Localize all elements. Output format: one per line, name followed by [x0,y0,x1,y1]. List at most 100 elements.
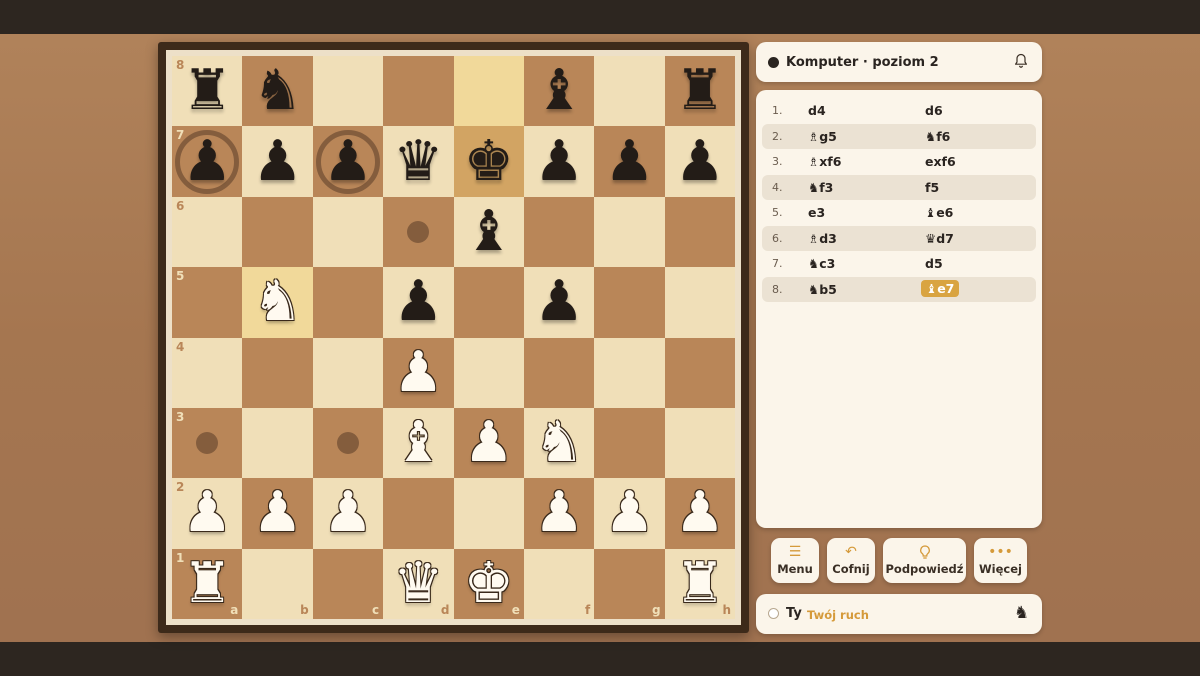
square-f5[interactable]: ♟ [523,267,595,338]
square-f7[interactable]: ♟ [523,126,595,197]
white-move[interactable]: ♞c3 [808,256,835,271]
more-button[interactable]: ••• Więcej [974,538,1027,583]
white-pawn[interactable]: ♟ [675,485,725,541]
white-rook[interactable]: ♜ [675,555,725,612]
move-row[interactable]: 4. ♞f3 f5 [762,174,1036,200]
square-d7[interactable]: ♛ [383,126,454,197]
square-f1[interactable]: f [523,548,595,619]
white-rook[interactable]: ♜ [182,555,232,612]
square-c7[interactable]: ♟ [312,126,384,197]
square-e1[interactable]: e ♚ [453,548,524,619]
move-row[interactable]: 8. ♞b5 ♝e7 [762,276,1036,302]
square-a5[interactable]: 5 [172,267,243,338]
black-move[interactable]: ♞f6 [925,129,950,144]
square-b6[interactable] [242,196,313,268]
white-knight[interactable]: ♞ [252,274,302,330]
square-g5[interactable] [594,267,665,338]
square-g2[interactable]: ♟ [594,478,665,549]
white-pawn[interactable]: ♟ [252,485,302,541]
white-pawn[interactable]: ♟ [464,415,514,471]
white-pawn[interactable]: ♟ [604,485,654,541]
move-row[interactable]: 3. ♗xf6 exf6 [762,149,1036,175]
white-pawn[interactable]: ♟ [182,485,232,541]
square-g3[interactable] [594,407,665,479]
square-d2[interactable] [383,478,454,549]
square-f4[interactable] [523,337,595,408]
square-c4[interactable] [312,337,384,408]
square-h8[interactable]: ♜ [664,56,735,127]
white-move[interactable]: d4 [808,103,826,118]
square-f8[interactable]: ♝ [523,56,595,127]
white-queen[interactable]: ♛ [393,555,443,612]
square-b3[interactable] [242,407,313,479]
square-f2[interactable]: ♟ [523,478,595,549]
square-f3[interactable]: ♞ [523,407,595,479]
square-d6[interactable] [383,196,454,268]
square-g8[interactable] [594,56,665,127]
hint-button[interactable]: Podpowiedź [883,538,966,583]
square-b4[interactable] [242,337,313,408]
square-b1[interactable]: b [242,548,313,619]
square-e3[interactable]: ♟ [453,407,524,479]
square-b5[interactable]: ♞ [242,267,313,338]
move-row[interactable]: 2. ♗g5 ♞f6 [762,123,1036,149]
square-c3[interactable] [312,407,384,479]
square-a7[interactable]: 7 ♟ [172,126,243,197]
square-d4[interactable]: ♟ [383,337,454,408]
white-move[interactable]: ♗d3 [808,231,837,246]
square-h5[interactable] [664,267,735,338]
square-e7[interactable]: ♚ [453,126,524,197]
square-e2[interactable] [453,478,524,549]
white-pawn[interactable]: ♟ [534,485,584,541]
square-e4[interactable] [453,337,524,408]
square-g6[interactable] [594,196,665,268]
white-pawn[interactable]: ♟ [393,344,443,401]
square-h7[interactable]: ♟ [664,126,735,197]
square-f6[interactable] [523,196,595,268]
square-d1[interactable]: d ♛ [383,548,454,619]
black-move[interactable]: exf6 [925,154,956,169]
square-d5[interactable]: ♟ [383,267,454,338]
square-e5[interactable] [453,267,524,338]
white-move[interactable]: ♞f3 [808,180,833,195]
move-row[interactable]: 5. e3 ♝e6 [762,200,1036,226]
square-c5[interactable] [312,267,384,338]
move-hint-dot[interactable] [407,220,430,243]
square-h6[interactable] [664,196,735,268]
square-b2[interactable]: ♟ [242,478,313,549]
move-row[interactable]: 1. d4 d6 [762,98,1036,124]
square-b7[interactable]: ♟ [242,126,313,197]
square-h4[interactable] [664,337,735,408]
square-h1[interactable]: h ♜ [664,548,735,619]
white-pawn[interactable]: ♟ [323,485,373,541]
menu-button[interactable]: ☰ Menu [771,538,819,583]
square-g4[interactable] [594,337,665,408]
chess-board[interactable]: 8 ♜ ♞ ♝ ♜ 7 ♟ ♟ ♟ ♛ ♚ ♟ ♟ ♟ 6 ♝ 5 ♞ ♟ ♟ 4 ♟ 3 ♝ ♟ ♞ 2 ♟ ♟ ♟ ♟ ♟ ♟ 1 a ♜ b c d ♛… [172,56,735,619]
square-c1[interactable]: c [312,548,384,619]
square-h2[interactable]: ♟ [664,478,735,549]
move-hint-dot[interactable] [336,432,359,455]
square-c8[interactable] [312,56,384,127]
square-g7[interactable]: ♟ [594,126,665,197]
undo-button[interactable]: ↶ Cofnij [827,538,875,583]
white-king[interactable]: ♚ [464,555,514,612]
square-a8[interactable]: 8 ♜ [172,56,243,127]
square-a3[interactable]: 3 [172,407,243,479]
black-move[interactable]: f5 [925,180,939,195]
square-a4[interactable]: 4 [172,337,243,408]
move-row[interactable]: 6. ♗d3 ♛d7 [762,225,1036,251]
white-move[interactable]: e3 [808,205,825,220]
square-c6[interactable] [312,196,384,268]
square-a2[interactable]: 2 ♟ [172,478,243,549]
white-move[interactable]: ♗xf6 [808,154,841,169]
square-a6[interactable]: 6 [172,196,243,268]
square-b8[interactable]: ♞ [242,56,313,127]
current-move[interactable]: ♝e7 [921,279,960,297]
black-move[interactable]: d5 [925,256,943,271]
move-row[interactable]: 7. ♞c3 d5 [762,251,1036,277]
square-d3[interactable]: ♝ [383,407,454,479]
white-move[interactable]: ♗g5 [808,129,837,144]
black-move[interactable]: ♛d7 [925,231,954,246]
square-e6[interactable]: ♝ [453,196,524,268]
square-d8[interactable] [383,56,454,127]
